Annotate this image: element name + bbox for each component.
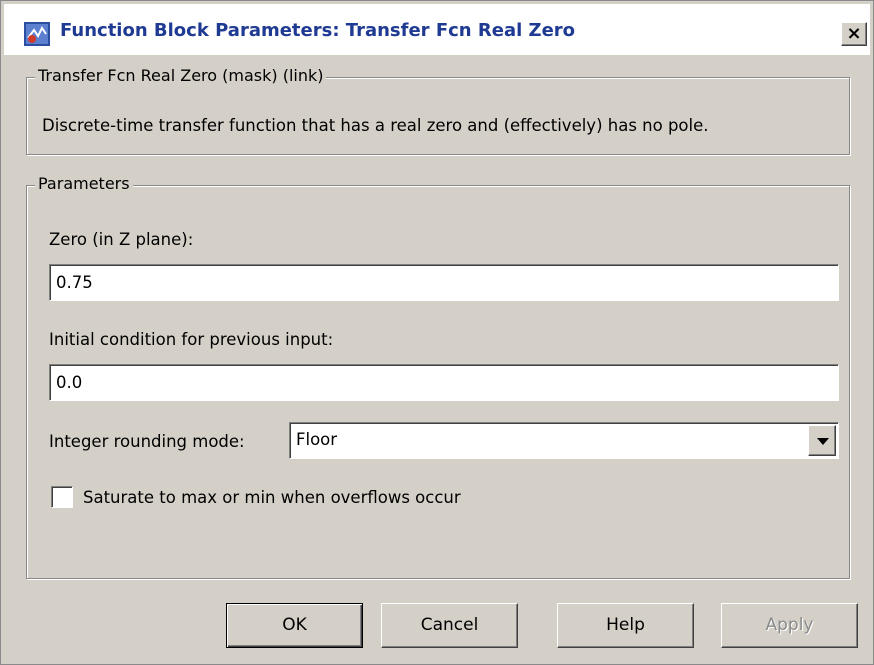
saturate-checkbox[interactable]	[51, 486, 73, 508]
cancel-button[interactable]: Cancel	[381, 603, 518, 648]
simulink-block-icon	[24, 22, 50, 46]
zero-label: Zero (in Z plane):	[49, 230, 194, 249]
zero-field[interactable]: 0.75	[49, 264, 839, 301]
initial-condition-field[interactable]: 0.0	[49, 364, 839, 401]
rounding-mode-label: Integer rounding mode:	[49, 432, 245, 451]
description-group: Transfer Fcn Real Zero (mask) (link) Dis…	[26, 66, 850, 155]
initial-condition-label: Initial condition for previous input:	[49, 330, 334, 349]
dialog-window: Function Block Parameters: Transfer Fcn …	[0, 0, 874, 665]
description-text: Discrete-time transfer function that has…	[42, 116, 709, 135]
close-button[interactable]: ×	[841, 22, 867, 46]
saturate-label[interactable]: Saturate to max or min when overflows oc…	[83, 488, 461, 507]
rounding-mode-select[interactable]: Floor	[289, 422, 839, 459]
help-button[interactable]: Help	[557, 603, 694, 648]
apply-button[interactable]: Apply	[721, 603, 858, 648]
title-bar[interactable]: Function Block Parameters: Transfer Fcn …	[4, 4, 870, 56]
close-icon: ×	[846, 23, 862, 44]
parameters-legend: Parameters	[35, 174, 133, 193]
ok-button[interactable]: OK	[226, 603, 363, 648]
window-title: Function Block Parameters: Transfer Fcn …	[60, 20, 576, 41]
parameters-group: Parameters Zero (in Z plane): 0.75 Initi…	[26, 174, 850, 579]
chevron-down-icon[interactable]	[808, 425, 836, 456]
rounding-mode-value: Floor	[296, 430, 338, 449]
description-legend: Transfer Fcn Real Zero (mask) (link)	[35, 66, 327, 85]
